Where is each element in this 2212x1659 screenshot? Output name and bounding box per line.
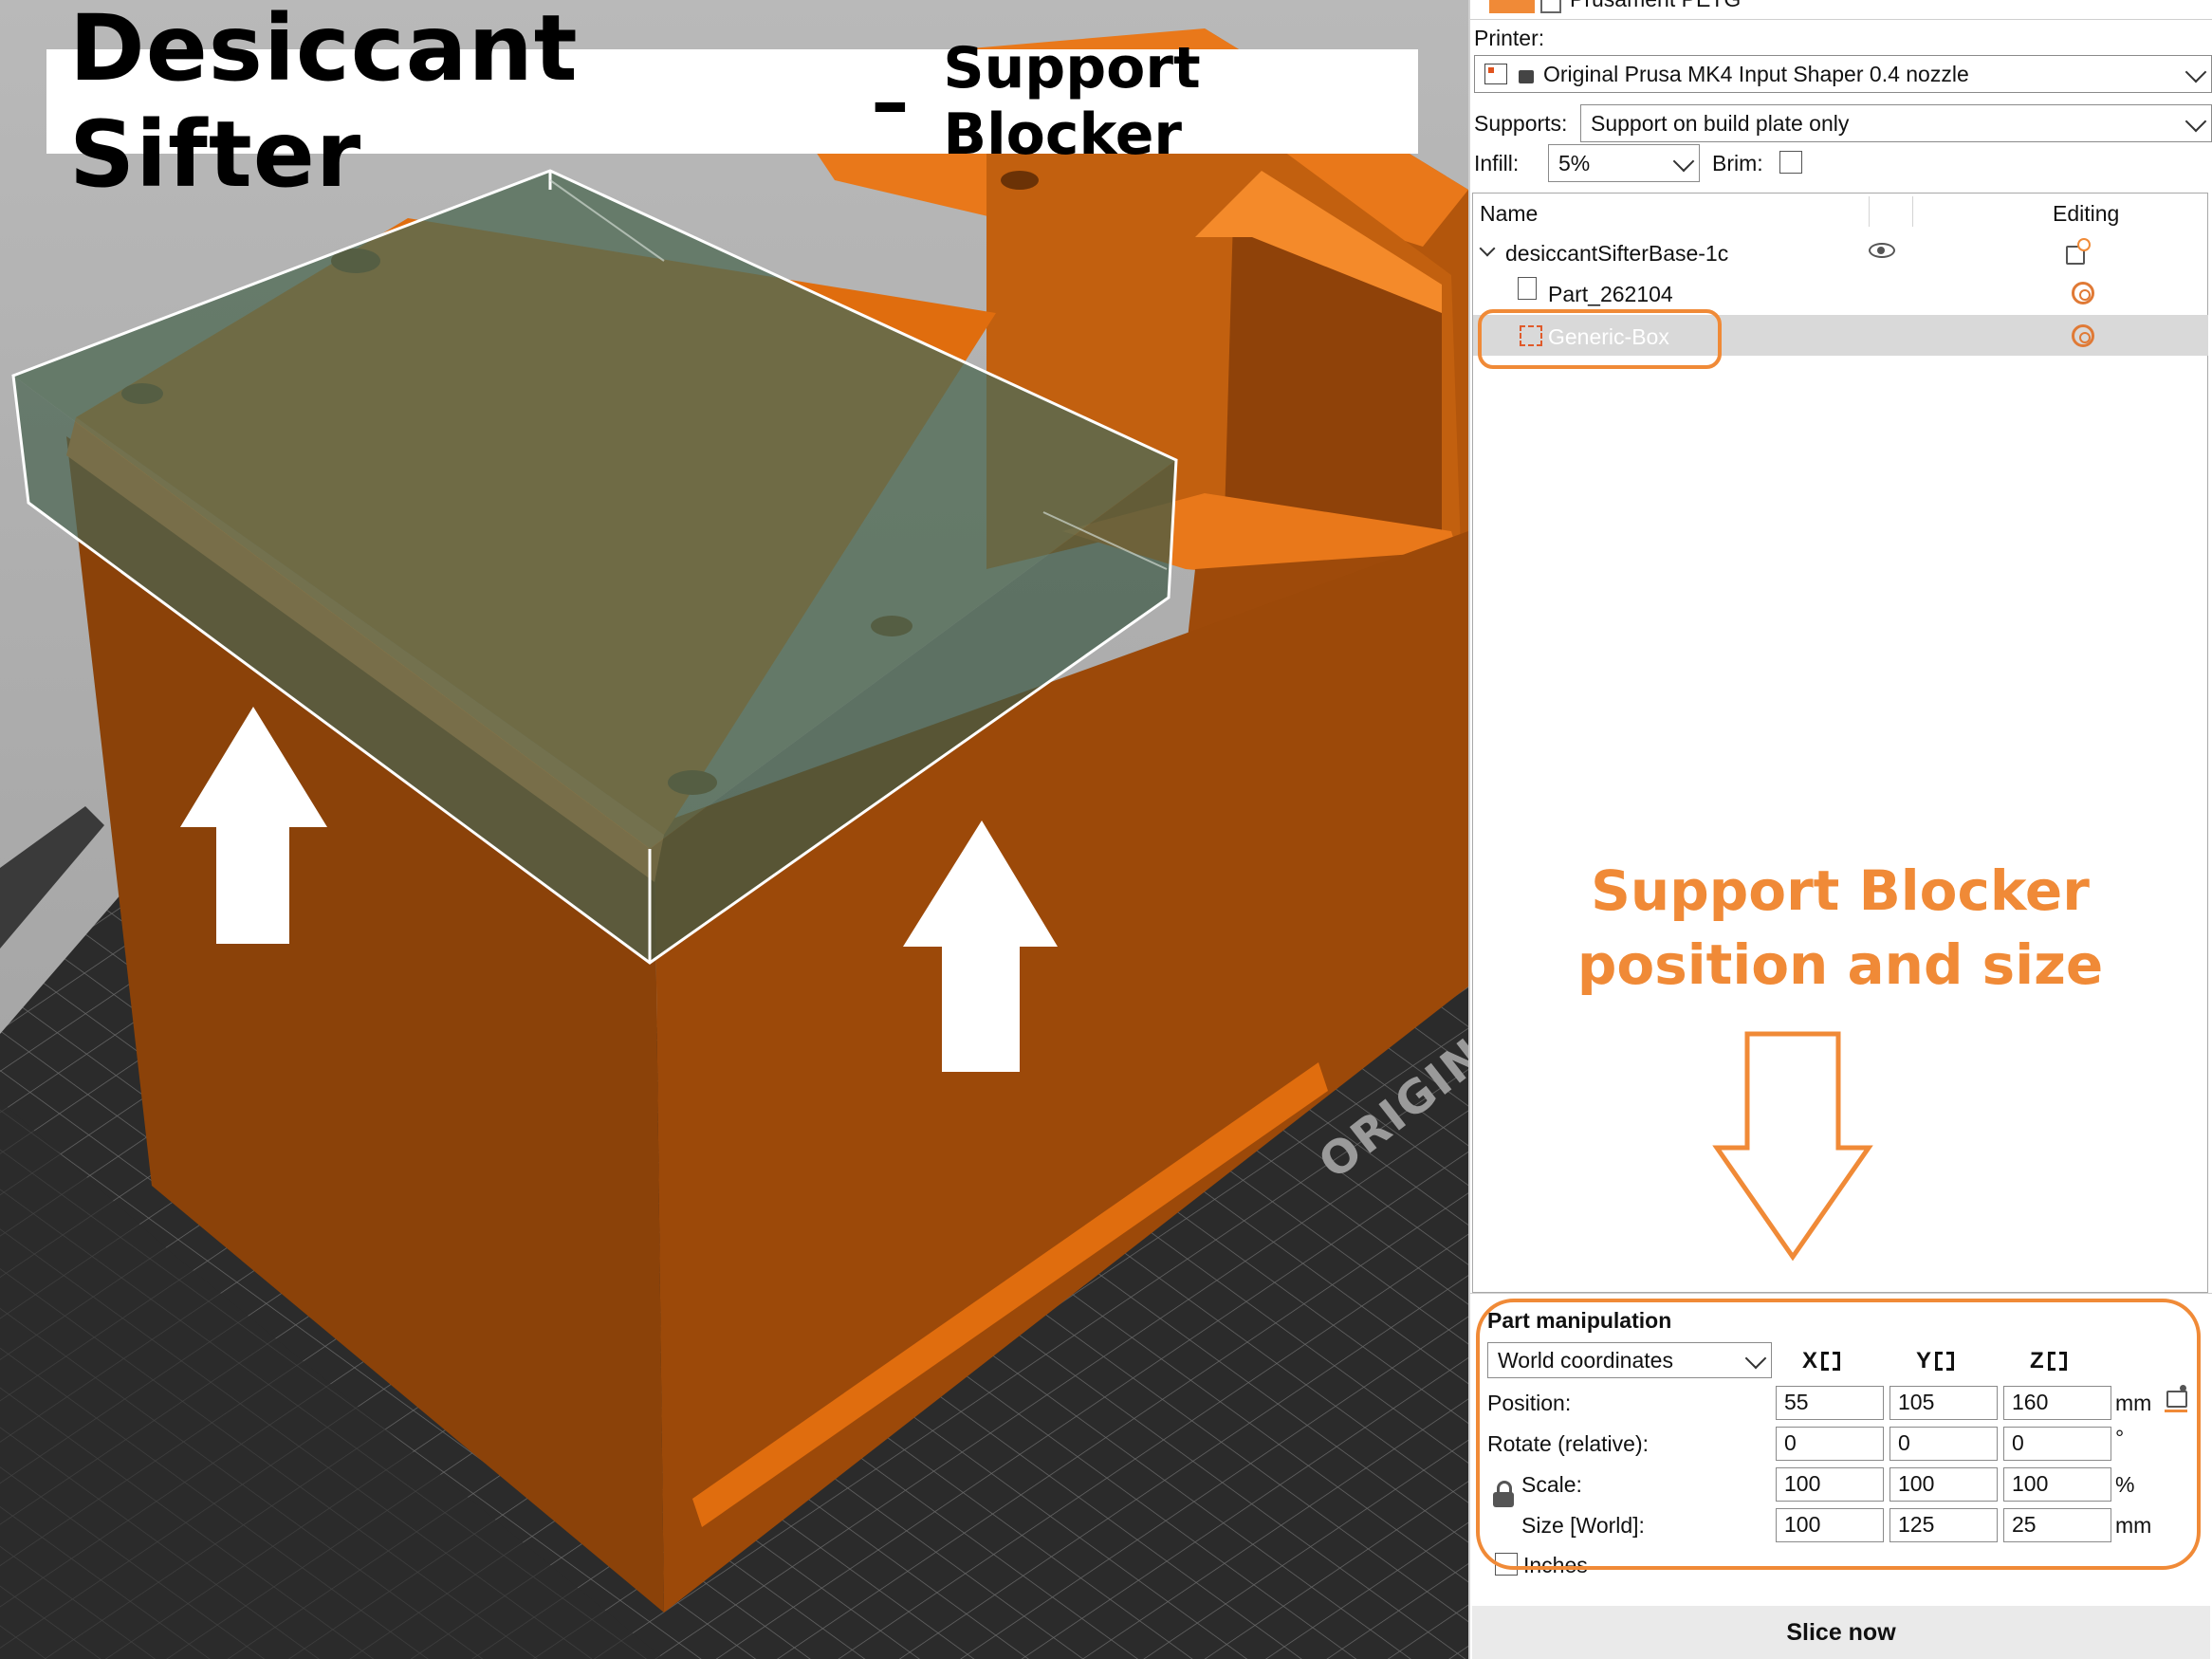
filament-lock-icon: [1540, 0, 1561, 13]
printer-lock-icon: [1519, 70, 1534, 83]
printer-preset-icon: [1484, 64, 1507, 84]
brim-checkbox[interactable]: [1779, 151, 1802, 174]
supports-label: Supports:: [1474, 111, 1568, 136]
column-header-name[interactable]: Name: [1480, 201, 1538, 227]
filament-color-swatch[interactable]: [1489, 0, 1535, 13]
scene-canvas: [0, 28, 1468, 1659]
3d-viewport[interactable]: Desiccant Sifter – Support Blocker ORIGI…: [0, 0, 1468, 1659]
infill-select[interactable]: 5%: [1548, 144, 1700, 182]
title-dash: –: [871, 57, 910, 146]
column-divider: [1912, 196, 1913, 227]
gear-icon[interactable]: [2072, 282, 2094, 304]
supports-select[interactable]: Support on build plate only: [1580, 104, 2212, 142]
infill-select-value: 5%: [1558, 150, 1591, 175]
slice-now-button[interactable]: Slice now: [1472, 1606, 2210, 1659]
down-arrow-icon: [1712, 1031, 1873, 1262]
right-sidebar: Prusament PETG Printer: Original Prusa M…: [1468, 0, 2212, 1659]
object-name[interactable]: desiccantSifterBase-1c: [1505, 241, 1728, 267]
column-divider: [1869, 196, 1870, 227]
chevron-down-icon: [2184, 61, 2207, 83]
part-icon: [1518, 277, 1537, 300]
title-banner: Desiccant Sifter – Support Blocker: [46, 0, 1418, 208]
highlight-outline: [1478, 309, 1722, 369]
printer-select[interactable]: Original Prusa MK4 Input Shaper 0.4 nozz…: [1474, 55, 2212, 93]
title-subtitle: Support Blocker: [943, 35, 1201, 168]
add-settings-icon[interactable]: [2066, 238, 2091, 265]
gear-icon[interactable]: [2072, 324, 2094, 347]
printer-label: Printer:: [1474, 26, 1545, 50]
divider: [1470, 19, 2212, 20]
filament-label: Prusament PETG: [1570, 0, 1741, 12]
infill-label: Infill:: [1474, 151, 1520, 175]
part-label[interactable]: Part_262104: [1548, 282, 1673, 307]
chevron-down-icon: [1672, 150, 1695, 173]
highlight-outline: [1476, 1299, 2201, 1570]
annotation-line-1: Support Blocker: [1591, 858, 2090, 923]
chevron-down-icon: [2184, 110, 2207, 133]
column-header-editing[interactable]: Editing: [2053, 201, 2119, 227]
title-main: Desiccant Sifter: [69, 0, 579, 208]
supports-select-value: Support on build plate only: [1591, 110, 1850, 136]
annotation-line-2: position and size: [1576, 932, 2104, 997]
printer-select-value: Original Prusa MK4 Input Shaper 0.4 nozz…: [1543, 61, 1969, 86]
visibility-eye-icon[interactable]: [1869, 243, 1895, 258]
annotation-text: Support Blocker position and size: [1546, 854, 2134, 1002]
divider: [1470, 1293, 2212, 1294]
brim-label: Brim:: [1712, 151, 1763, 175]
